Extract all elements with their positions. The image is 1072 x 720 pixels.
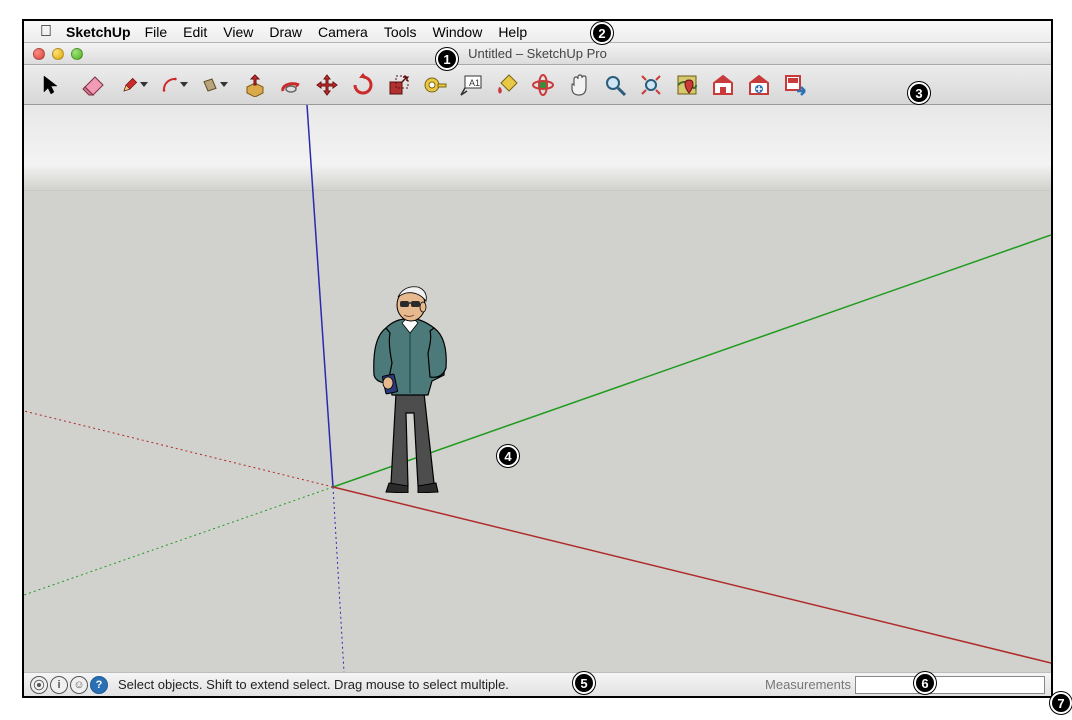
axes-overlay	[24, 105, 1051, 672]
scale-figure-person	[356, 283, 466, 493]
scale-tool[interactable]	[386, 72, 412, 98]
callout-5: 5	[573, 672, 595, 694]
eraser-icon	[81, 73, 105, 97]
zoom-extents-icon	[639, 73, 663, 97]
move-tool[interactable]	[314, 72, 340, 98]
add-location-tool[interactable]	[674, 72, 700, 98]
tape-icon	[423, 73, 447, 97]
menu-draw[interactable]: Draw	[269, 24, 302, 40]
callout-6: 6	[914, 672, 936, 694]
rectangle-tool[interactable]	[202, 72, 228, 98]
system-menu-bar:  SketchUp File Edit View Draw Camera To…	[24, 21, 1051, 43]
rotate-icon	[351, 73, 375, 97]
zoom-extents-tool[interactable]	[638, 72, 664, 98]
extension-icon	[747, 73, 771, 97]
close-window-button[interactable]	[33, 48, 45, 60]
layout-tool[interactable]	[782, 72, 808, 98]
geo-map-icon	[675, 73, 699, 97]
window-controls	[33, 48, 83, 60]
credits-icon[interactable]: i	[50, 676, 68, 694]
svg-text:A1: A1	[469, 78, 480, 88]
help-icon[interactable]: ?	[90, 676, 108, 694]
measurements-input[interactable]	[855, 676, 1045, 694]
main-toolbar: A1	[24, 65, 1051, 105]
app-menu[interactable]: SketchUp	[66, 24, 131, 40]
geo-toggle-icon[interactable]: ⦿	[30, 676, 48, 694]
pencil-icon	[122, 73, 138, 97]
callout-1: 1	[436, 48, 458, 70]
rectangle-icon	[202, 73, 218, 97]
window-title: Untitled – SketchUp Pro	[24, 46, 1051, 61]
pencil-tool[interactable]	[122, 72, 148, 98]
menu-edit[interactable]: Edit	[183, 24, 207, 40]
app-frame:  SketchUp File Edit View Draw Camera To…	[22, 19, 1053, 698]
callout-3: 3	[908, 82, 930, 104]
callout-4: 4	[497, 445, 519, 467]
offset-tool[interactable]	[278, 72, 304, 98]
cursor-icon	[39, 73, 63, 97]
apple-menu-icon[interactable]: 	[40, 23, 52, 41]
menu-window[interactable]: Window	[433, 24, 483, 40]
extension-tool[interactable]	[746, 72, 772, 98]
pan-tool[interactable]	[566, 72, 592, 98]
magnifier-icon	[603, 73, 627, 97]
arc-icon	[162, 73, 178, 97]
callout-7: 7	[1050, 692, 1072, 714]
send-layout-icon	[783, 73, 807, 97]
signin-icon[interactable]: ☺	[70, 676, 88, 694]
menu-camera[interactable]: Camera	[318, 24, 368, 40]
status-bar: ⦿ i ☺ ? Select objects. Shift to extend …	[24, 672, 1051, 696]
warehouse-tool[interactable]	[710, 72, 736, 98]
menu-view[interactable]: View	[223, 24, 253, 40]
dropdown-arrow-icon	[180, 82, 188, 87]
offset-icon	[279, 73, 303, 97]
menu-file[interactable]: File	[145, 24, 168, 40]
tape-tool[interactable]	[422, 72, 448, 98]
dropdown-arrow-icon	[140, 82, 148, 87]
minimize-window-button[interactable]	[52, 48, 64, 60]
menu-tools[interactable]: Tools	[384, 24, 417, 40]
move-icon	[315, 73, 339, 97]
dropdown-arrow-icon	[220, 82, 228, 87]
orbit-icon	[531, 73, 555, 97]
zoom-tool[interactable]	[602, 72, 628, 98]
status-hint: Select objects. Shift to extend select. …	[118, 677, 765, 692]
menu-help[interactable]: Help	[498, 24, 527, 40]
text-icon: A1	[459, 73, 483, 97]
zoom-window-button[interactable]	[71, 48, 83, 60]
callout-2: 2	[591, 22, 613, 44]
window-titlebar: Untitled – SketchUp Pro	[24, 43, 1051, 65]
paint-tool[interactable]	[494, 72, 520, 98]
paint-bucket-icon	[495, 73, 519, 97]
viewport-3d[interactable]	[24, 105, 1051, 672]
scale-icon	[387, 73, 411, 97]
text-tool[interactable]: A1	[458, 72, 484, 98]
arc-tool[interactable]	[162, 72, 188, 98]
pushpull-tool[interactable]	[242, 72, 268, 98]
orbit-tool[interactable]	[530, 72, 556, 98]
measurements-label: Measurements	[765, 677, 851, 692]
pushpull-icon	[243, 73, 267, 97]
pan-hand-icon	[567, 73, 591, 97]
select-tool[interactable]	[38, 72, 64, 98]
eraser-tool[interactable]	[80, 72, 106, 98]
rotate-tool[interactable]	[350, 72, 376, 98]
warehouse-icon	[711, 73, 735, 97]
